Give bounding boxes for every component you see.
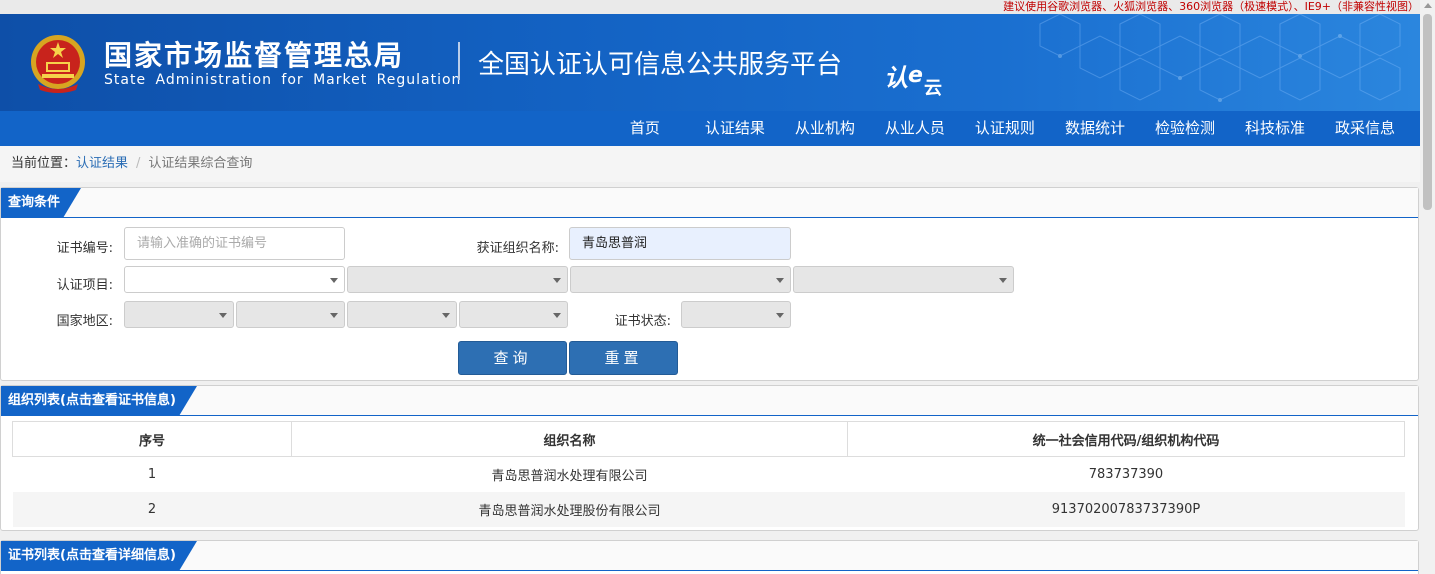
org-list-title: 组织列表(点击查看证书信息) [1, 386, 197, 416]
chevron-down-icon [999, 278, 1007, 283]
breadcrumb-current: 认证结果综合查询 [148, 156, 253, 171]
nav-cert-results[interactable]: 认证结果 [690, 111, 780, 146]
reset-button[interactable]: 重置 [569, 341, 678, 375]
scrollbar-thumb[interactable] [1423, 14, 1432, 210]
region-select-4[interactable] [459, 301, 568, 328]
chevron-down-icon [442, 313, 450, 318]
chevron-down-icon [776, 313, 784, 318]
row-credit-code: 783737390 [1088, 466, 1164, 482]
scroll-up-icon[interactable] [1424, 3, 1432, 8]
search-button[interactable]: 查询 [458, 341, 567, 375]
breadcrumb-link-cert-results[interactable]: 认证结果 [76, 156, 128, 171]
row-org-name[interactable]: 青岛思普润水处理股份有限公司 [291, 491, 848, 527]
org-list-header: 组织列表(点击查看证书信息) [1, 386, 1418, 416]
chevron-down-icon [553, 313, 561, 318]
national-emblem-icon [31, 35, 85, 93]
main-nav: 首页 认证结果 从业机构 从业人员 认证规则 数据统计 检验检测 科技标准 政采… [0, 111, 1420, 146]
hexagon-pattern-decoration [1039, 14, 1401, 102]
org-list-table: 序号 组织名称 统一社会信用代码/组织机构代码 1 青岛思普润水处理有限公司 7… [12, 421, 1405, 527]
nav-home[interactable]: 首页 [615, 111, 690, 146]
table-row[interactable]: 1 青岛思普润水处理有限公司 783737390 [13, 457, 1405, 492]
row-index: 2 [12, 491, 292, 527]
breadcrumb-prefix: 当前位置： [11, 156, 77, 171]
project-select-4[interactable] [793, 266, 1014, 293]
breadcrumb: 当前位置：认证结果 / 认证结果综合查询 [0, 146, 1420, 182]
renzheng-cloud-logo: 认 e 云 [884, 63, 942, 98]
query-panel-title: 查询条件 [1, 188, 81, 218]
cert-list-header: 证书列表(点击查看详细信息) [1, 541, 1418, 571]
org-list-panel: 组织列表(点击查看证书信息) 序号 组织名称 统一社会信用代码/组织机构代码 1… [0, 385, 1419, 531]
nav-inspection[interactable]: 检验检测 [1140, 111, 1230, 146]
region-select-1[interactable] [124, 301, 234, 328]
query-panel: 查询条件 证书编号: 请输入准确的证书编号 获证组织名称: 青岛思普润 认证项目… [0, 187, 1419, 381]
cert-no-input[interactable]: 请输入准确的证书编号 [124, 227, 345, 260]
row-index: 1 [147, 466, 157, 482]
col-header-credit-code: 统一社会信用代码/组织机构代码 [847, 421, 1405, 457]
row-org-name[interactable]: 青岛思普润水处理有限公司 [292, 457, 848, 492]
nav-tech-standards[interactable]: 科技标准 [1230, 111, 1320, 146]
cert-list-panel: 证书列表(点击查看详细信息) [0, 540, 1419, 574]
nav-personnel[interactable]: 从业人员 [870, 111, 960, 146]
region-select-2[interactable] [236, 301, 345, 328]
svg-text:e: e [908, 63, 923, 88]
cert-list-title: 证书列表(点击查看详细信息) [1, 541, 197, 571]
org-name-label: 获证组织名称: [476, 241, 559, 256]
table-row[interactable]: 2 青岛思普润水处理股份有限公司 91370200783737390P [12, 491, 1405, 527]
nav-cert-rules[interactable]: 认证规则 [960, 111, 1050, 146]
region-label: 国家地区: [56, 314, 113, 329]
chevron-down-icon [776, 278, 784, 283]
nav-procurement[interactable]: 政采信息 [1320, 111, 1410, 146]
org-name-input[interactable]: 青岛思普润 [569, 227, 791, 260]
chevron-down-icon [219, 313, 227, 318]
nav-statistics[interactable]: 数据统计 [1050, 111, 1140, 146]
region-select-3[interactable] [347, 301, 457, 328]
svg-text:认: 认 [884, 64, 908, 92]
browser-notice: 建议使用谷歌浏览器、火狐浏览器、360浏览器（极速模式）、IE9+（非兼容性视图… [0, 0, 1435, 14]
platform-title: 全国认证认可信息公共服务平台 [478, 50, 843, 80]
status-select[interactable] [681, 301, 791, 328]
svg-text:云: 云 [924, 78, 942, 98]
query-panel-header: 查询条件 [1, 188, 1418, 218]
page-scrollbar[interactable] [1420, 0, 1435, 574]
header-banner: 国家市场监督管理总局 State Administration for Mark… [0, 14, 1420, 111]
project-select-1[interactable] [124, 266, 345, 293]
status-label: 证书状态: [614, 314, 671, 329]
header-divider [458, 42, 460, 80]
row-credit-code: 91370200783737390P [847, 491, 1405, 527]
org-name-cn: 国家市场监督管理总局 [104, 39, 405, 72]
chevron-down-icon [330, 278, 338, 283]
project-select-3[interactable] [570, 266, 791, 293]
chevron-down-icon [553, 278, 561, 283]
col-header-index: 序号 [12, 421, 292, 457]
nav-institutions[interactable]: 从业机构 [780, 111, 870, 146]
project-label: 认证项目: [56, 278, 113, 293]
project-select-2[interactable] [347, 266, 568, 293]
chevron-down-icon [330, 313, 338, 318]
col-header-org-name: 组织名称 [291, 421, 848, 457]
breadcrumb-separator: / [136, 156, 141, 171]
cert-no-label: 证书编号: [56, 241, 113, 256]
org-name-en: State Administration for Market Regulati… [104, 72, 462, 88]
